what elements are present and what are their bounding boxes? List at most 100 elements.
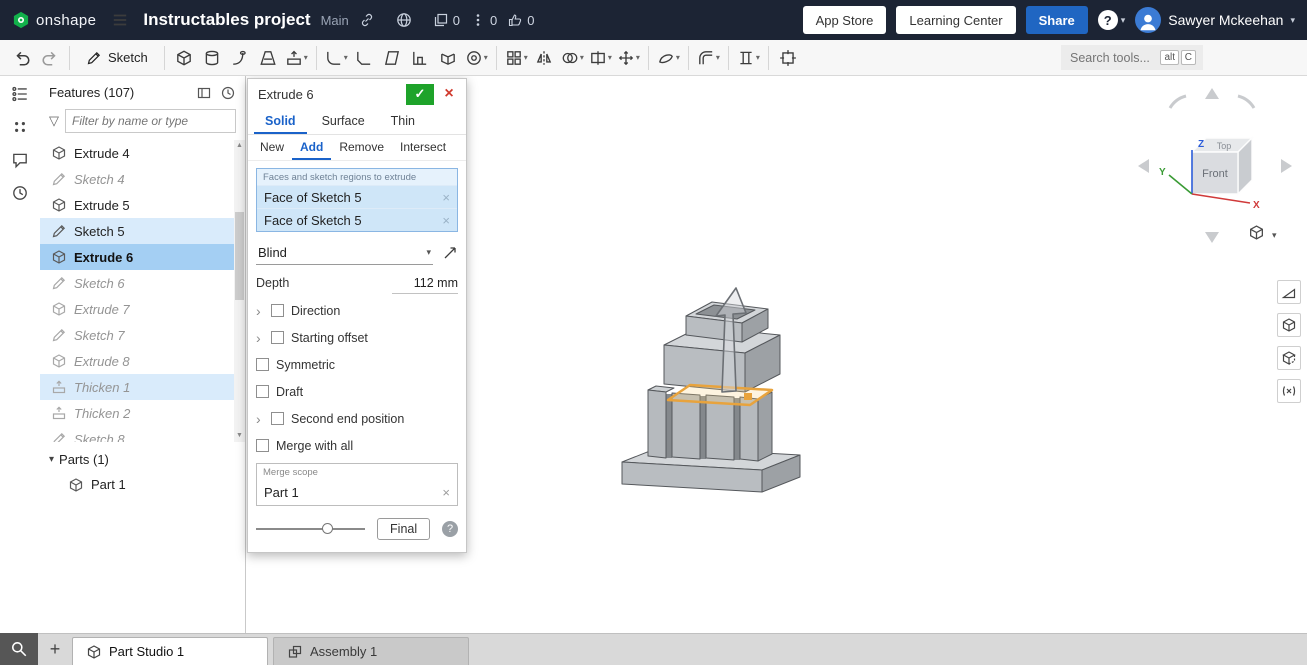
revolve-icon[interactable] [199,43,226,73]
preview-slider-knob[interactable] [322,523,333,534]
mirror-icon[interactable] [531,43,558,73]
features-scrollbar[interactable]: ▲ ▼ [234,140,245,442]
tab-part-studio-1[interactable]: Part Studio 1 [72,637,268,665]
tab-assembly-1[interactable]: Assembly 1 [273,637,469,665]
scroll-up-icon[interactable]: ▲ [234,140,245,152]
transform-icon[interactable]: ▾ [615,43,642,73]
view-cube[interactable]: Top Front [1138,88,1292,243]
cancel-button[interactable]: × [438,84,460,105]
feature-item-sketch-6[interactable]: Sketch 6 [40,270,245,296]
sweep-icon[interactable] [227,43,254,73]
followers-counter[interactable]: 0 [470,12,497,28]
learning-center-button[interactable]: Learning Center [896,6,1016,34]
feature-item-extrude-4[interactable]: Extrude 4 [40,140,245,166]
option-second-end[interactable]: › Second end position [256,405,458,432]
share-button[interactable]: Share [1025,6,1088,34]
preview-slider[interactable] [256,523,366,534]
copies-counter[interactable]: 0 [433,12,460,28]
sheet-metal-tools-icon[interactable]: ▾ [695,43,722,73]
comments-icon[interactable] [11,151,29,169]
filter-input[interactable] [65,109,236,133]
feature-item-thicken-2[interactable]: Thicken 2 [40,400,245,426]
feature-item-sketch-4[interactable]: Sketch 4 [40,166,245,192]
section-view-icon[interactable] [1277,346,1301,370]
draft-icon[interactable] [379,43,406,73]
mode-intersect[interactable]: Intersect [392,135,454,160]
expand-chevron-icon[interactable]: › [256,331,264,345]
configurations-icon[interactable] [11,118,29,136]
mode-remove[interactable]: Remove [331,135,392,160]
chamfer-icon[interactable] [351,43,378,73]
mode-add[interactable]: Add [292,135,332,160]
merge-scope-box[interactable]: Merge scope Part 1 × [256,463,458,506]
extrude-icon[interactable] [171,43,198,73]
draft-checkbox[interactable] [256,385,269,398]
depth-input[interactable] [392,272,458,294]
final-button[interactable]: Final [377,518,431,540]
open-panel-icon[interactable] [196,85,212,101]
hole-icon[interactable]: ▾ [463,43,490,73]
feature-item-sketch-8[interactable]: Sketch 8 [40,426,245,442]
feature-item-extrude-8[interactable]: Extrude 8 [40,348,245,374]
public-globe-icon[interactable] [395,11,413,29]
crosshair-icon[interactable] [775,43,802,73]
feature-tree-icon[interactable] [11,85,29,103]
selection-item[interactable]: Face of Sketch 5 × [257,185,457,208]
feature-item-thicken-1[interactable]: Thicken 1 [40,374,245,400]
boolean-icon[interactable]: ▾ [559,43,586,73]
rib-icon[interactable] [407,43,434,73]
shell-icon[interactable] [435,43,462,73]
option-starting-offset[interactable]: › Starting offset [256,324,458,351]
selection-box[interactable]: Faces and sketch regions to extrude Face… [256,168,458,232]
selection-item[interactable]: Face of Sketch 5 × [257,208,457,231]
sketch-button[interactable]: Sketch [76,43,158,73]
feature-item-extrude-5[interactable]: Extrude 5 [40,192,245,218]
redo-button[interactable] [36,43,63,73]
user-menu[interactable]: Sawyer Mckeehan ▾ [1135,7,1295,33]
second-end-checkbox[interactable] [271,412,284,425]
remove-selection-icon[interactable]: × [442,190,450,205]
end-condition-select[interactable]: Blind ▾ [256,240,433,265]
history-icon[interactable] [11,184,29,202]
tab-surface[interactable]: Surface [311,109,376,134]
option-direction[interactable]: › Direction [256,297,458,324]
variables-icon[interactable] [1277,379,1301,403]
undo-button[interactable] [8,43,35,73]
part-item[interactable]: Part 1 [40,472,245,497]
fillet-icon[interactable]: ▾ [323,43,350,73]
direction-checkbox[interactable] [271,304,284,317]
select-zoom-icon[interactable] [0,633,38,665]
parts-visibility-icon[interactable] [1277,313,1301,337]
document-menu-icon[interactable] [106,5,133,35]
onshape-logo[interactable]: onshape [12,11,96,29]
dialog-help-icon[interactable]: ? [442,521,458,537]
merge-scope-item[interactable]: Part 1 × [257,480,457,505]
tab-thin[interactable]: Thin [380,109,426,134]
parts-section-header[interactable]: ▾ Parts (1) [40,446,245,472]
option-symmetric[interactable]: Symmetric [256,351,458,378]
feature-item-extrude-7[interactable]: Extrude 7 [40,296,245,322]
scrollbar-thumb[interactable] [235,212,244,300]
split-icon[interactable]: ▾ [587,43,614,73]
remove-selection-icon[interactable]: × [442,213,450,228]
remove-merge-scope-icon[interactable]: × [442,485,450,500]
expand-chevron-icon[interactable]: › [256,412,264,426]
help-menu[interactable]: ? ▾ [1097,10,1125,30]
surface-tools-icon[interactable]: ▾ [655,43,682,73]
rollback-history-icon[interactable] [220,85,236,101]
accept-button[interactable]: ✓ [406,83,434,105]
feature-item-extrude-6[interactable]: Extrude 6 [40,244,245,270]
option-merge-all[interactable]: Merge with all [256,432,458,459]
starting-offset-checkbox[interactable] [271,331,284,344]
branch-name[interactable]: Main [321,13,349,28]
mode-new[interactable]: New [252,135,292,160]
linear-pattern-icon[interactable]: ▾ [503,43,530,73]
tab-solid[interactable]: Solid [254,109,307,134]
feature-item-sketch-7[interactable]: Sketch 7 [40,322,245,348]
app-store-button[interactable]: App Store [802,6,887,34]
expand-chevron-icon[interactable]: › [256,304,264,318]
likes-counter[interactable]: 0 [507,12,534,28]
frame-tools-icon[interactable]: ▾ [735,43,762,73]
symmetric-checkbox[interactable] [256,358,269,371]
merge-all-checkbox[interactable] [256,439,269,452]
